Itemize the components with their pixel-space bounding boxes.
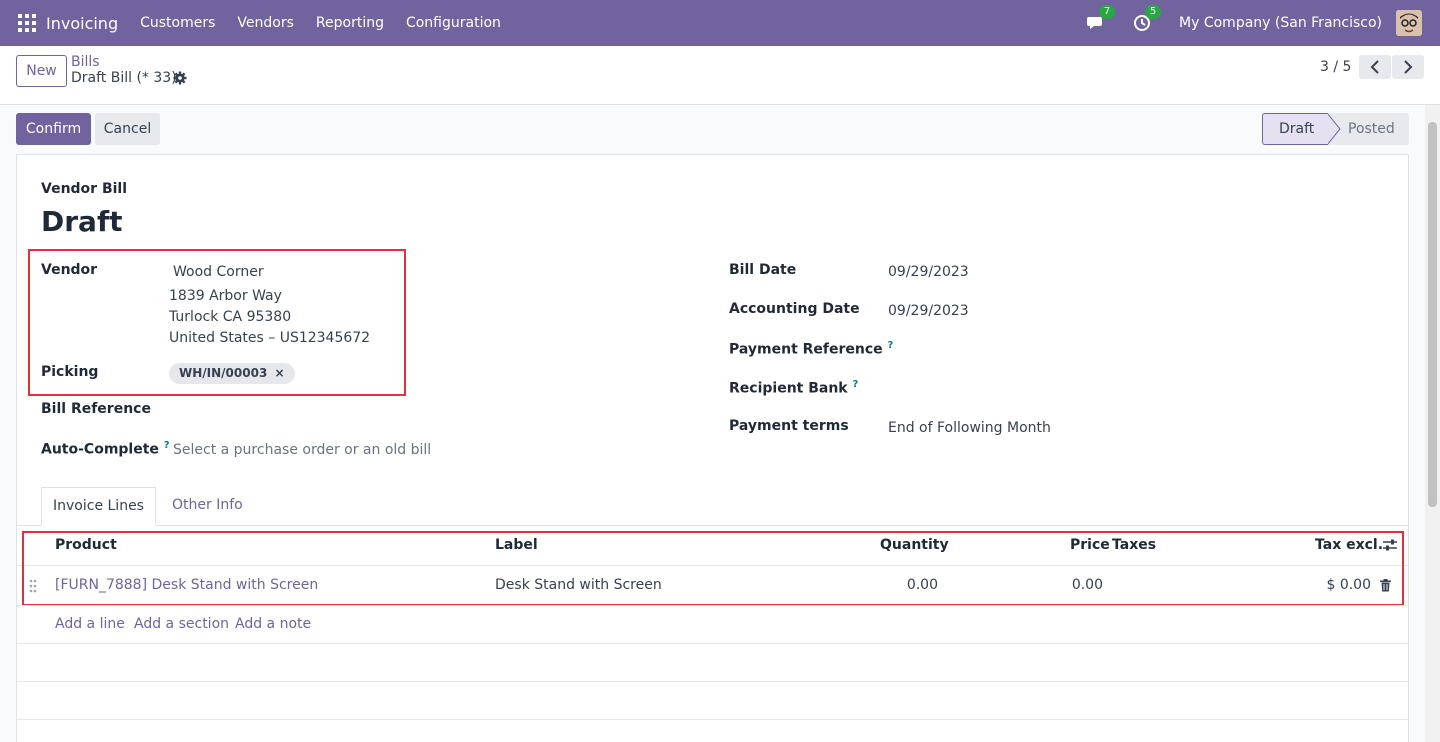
payment-reference-label: Payment Reference ? <box>729 340 893 358</box>
auto-complete-label-text: Auto-Complete <box>41 441 159 458</box>
accounting-date-label: Accounting Date <box>729 301 860 317</box>
pager-next-button[interactable] <box>1392 55 1424 79</box>
chevron-left-icon <box>1370 60 1379 74</box>
highlight-box-lines <box>22 531 1404 606</box>
apps-grid-icon[interactable] <box>18 14 36 32</box>
menu-vendors[interactable]: Vendors <box>237 15 293 31</box>
add-note-link[interactable]: Add a note <box>235 616 311 632</box>
recipient-bank-label-text: Recipient Bank <box>729 380 848 397</box>
tabs-divider <box>17 525 1408 526</box>
control-panel: New Bills Draft Bill (* 33) 3 / 5 <box>0 46 1440 105</box>
table-row-divider <box>17 605 1408 606</box>
help-tooltip-icon[interactable]: ? <box>164 440 170 451</box>
bill-date-field[interactable]: 09/29/2023 <box>888 264 969 280</box>
table-empty-row-divider <box>17 719 1408 720</box>
auto-complete-label: Auto-Complete ? <box>41 440 170 458</box>
table-empty-row-divider <box>17 643 1408 644</box>
add-section-link[interactable]: Add a section <box>134 616 229 632</box>
tab-invoice-lines[interactable]: Invoice Lines <box>41 487 156 526</box>
app-name[interactable]: Invoicing <box>46 14 118 33</box>
bill-reference-label: Bill Reference <box>41 401 151 417</box>
doc-type-label: Vendor Bill <box>41 181 128 197</box>
menu-reporting[interactable]: Reporting <box>316 15 384 31</box>
chevron-right-icon <box>1404 60 1413 74</box>
breadcrumb-bills[interactable]: Bills <box>71 54 100 70</box>
menu-customers[interactable]: Customers <box>140 15 215 31</box>
add-line-link[interactable]: Add a line <box>55 616 125 632</box>
new-button[interactable]: New <box>16 55 67 87</box>
page-scrollbar-thumb[interactable] <box>1428 122 1437 507</box>
messages-count-badge: 7 <box>1099 5 1116 19</box>
payment-terms-label: Payment terms <box>729 418 849 434</box>
bill-reference-input[interactable] <box>169 400 409 422</box>
status-draft[interactable]: Draft <box>1262 113 1328 145</box>
company-switcher[interactable]: My Company (San Francisco) <box>1179 15 1382 31</box>
gear-icon[interactable] <box>173 71 187 85</box>
messages-button[interactable]: 7 <box>1087 5 1116 33</box>
recipient-bank-input[interactable] <box>888 379 1388 401</box>
cancel-button[interactable]: Cancel <box>95 113 160 145</box>
pager-value[interactable]: 3 / 5 <box>1320 59 1351 75</box>
activities-count-badge: 5 <box>1145 5 1162 19</box>
recipient-bank-label: Recipient Bank ? <box>729 379 858 397</box>
page-title: Draft <box>41 205 123 238</box>
bill-date-label: Bill Date <box>729 262 797 278</box>
menu-configuration[interactable]: Configuration <box>406 15 501 31</box>
tab-other-info[interactable]: Other Info <box>172 497 243 513</box>
pager-previous-button[interactable] <box>1359 55 1391 79</box>
highlight-box-vendor <box>28 249 406 396</box>
payment-reference-input[interactable] <box>888 340 1388 362</box>
breadcrumb-current: Draft Bill (* 33) <box>71 70 177 86</box>
accounting-date-field[interactable]: 09/29/2023 <box>888 303 969 319</box>
activities-button[interactable]: 5 <box>1133 5 1162 33</box>
payment-terms-field[interactable]: End of Following Month <box>888 420 1051 436</box>
table-empty-row-divider <box>17 681 1408 682</box>
top-navbar: Invoicing Customers Vendors Reporting Co… <box>0 0 1440 46</box>
auto-complete-input[interactable]: Select a purchase order or an old bill <box>173 442 431 458</box>
payment-reference-label-text: Payment Reference <box>729 341 883 358</box>
status-arrow-icon <box>1327 113 1341 145</box>
help-tooltip-icon[interactable]: ? <box>853 379 859 390</box>
confirm-button[interactable]: Confirm <box>16 113 91 145</box>
user-avatar[interactable] <box>1396 10 1422 36</box>
